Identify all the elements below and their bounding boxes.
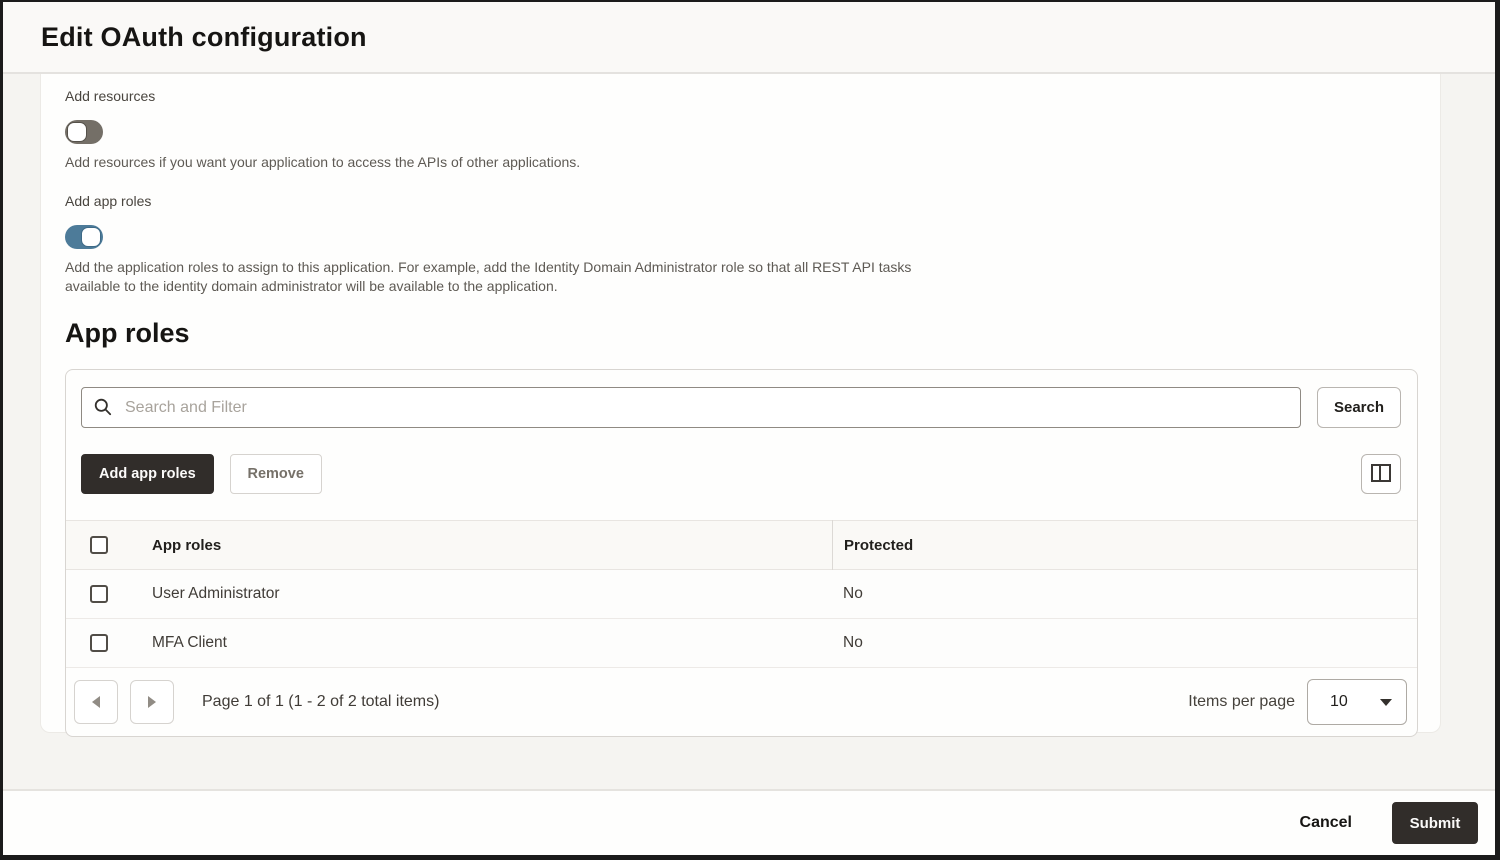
chevron-right-icon bbox=[148, 696, 156, 708]
table-header-row: App roles Protected bbox=[66, 520, 1417, 570]
table-row[interactable]: MFA Client No bbox=[66, 619, 1417, 668]
page-title: Edit OAuth configuration bbox=[41, 22, 367, 53]
manage-columns-icon bbox=[1371, 464, 1391, 485]
add-app-roles-description: Add the application roles to assign to t… bbox=[65, 258, 967, 296]
app-roles-panel: Search Add app roles Remove bbox=[65, 369, 1418, 737]
app-role-cell: MFA Client bbox=[152, 634, 832, 652]
submit-button[interactable]: Submit bbox=[1392, 802, 1478, 844]
row-checkbox-cell bbox=[66, 634, 152, 652]
dialog-body: Add resources Add resources if you want … bbox=[3, 74, 1495, 789]
app-role-cell: User Administrator bbox=[152, 585, 832, 603]
chevron-left-icon bbox=[92, 696, 100, 708]
column-header-app-roles: App roles bbox=[152, 537, 832, 554]
chevron-down-icon bbox=[1380, 699, 1392, 706]
next-page-button[interactable] bbox=[130, 680, 174, 724]
row-checkbox-cell bbox=[66, 585, 152, 603]
add-app-roles-label: Add app roles bbox=[65, 193, 1418, 209]
protected-cell: No bbox=[832, 585, 1417, 603]
search-box bbox=[81, 387, 1301, 428]
search-button[interactable]: Search bbox=[1317, 387, 1401, 428]
header-checkbox-cell bbox=[66, 536, 152, 554]
row-checkbox[interactable] bbox=[90, 585, 108, 603]
row-checkbox[interactable] bbox=[90, 634, 108, 652]
pagination-status: Page 1 of 1 (1 - 2 of 2 total items) bbox=[202, 693, 439, 711]
add-resources-label: Add resources bbox=[65, 88, 1418, 104]
column-header-protected: Protected bbox=[832, 520, 1417, 570]
items-per-page-label: Items per page bbox=[1188, 693, 1295, 711]
search-row: Search bbox=[66, 370, 1417, 428]
add-app-roles-button[interactable]: Add app roles bbox=[81, 454, 214, 494]
table-row[interactable]: User Administrator No bbox=[66, 570, 1417, 619]
toggle-thumb bbox=[81, 227, 101, 247]
add-app-roles-toggle[interactable] bbox=[65, 225, 103, 249]
dialog-footer: Cancel Submit bbox=[3, 789, 1495, 855]
add-resources-description: Add resources if you want your applicati… bbox=[65, 153, 1418, 172]
previous-page-button[interactable] bbox=[74, 680, 118, 724]
search-input[interactable] bbox=[81, 387, 1301, 428]
table-toolbar: Add app roles Remove bbox=[66, 428, 1417, 494]
content-card: Add resources Add resources if you want … bbox=[40, 74, 1441, 733]
edit-oauth-dialog: Edit OAuth configuration Add resources A… bbox=[0, 0, 1500, 860]
app-roles-heading: App roles bbox=[65, 318, 1418, 349]
app-roles-table: App roles Protected User Administrator N… bbox=[66, 520, 1417, 668]
items-per-page-select[interactable]: 10 bbox=[1307, 679, 1407, 725]
toggle-thumb bbox=[67, 122, 87, 142]
remove-button[interactable]: Remove bbox=[230, 454, 322, 494]
dialog-header: Edit OAuth configuration bbox=[3, 2, 1495, 74]
cancel-button[interactable]: Cancel bbox=[1290, 806, 1362, 840]
add-resources-toggle[interactable] bbox=[65, 120, 103, 144]
manage-columns-button[interactable] bbox=[1361, 454, 1401, 494]
protected-cell: No bbox=[832, 634, 1417, 652]
items-per-page-value: 10 bbox=[1330, 693, 1348, 711]
pagination-bar: Page 1 of 1 (1 - 2 of 2 total items) Ite… bbox=[66, 668, 1417, 736]
search-icon bbox=[94, 398, 112, 421]
select-all-checkbox[interactable] bbox=[90, 536, 108, 554]
